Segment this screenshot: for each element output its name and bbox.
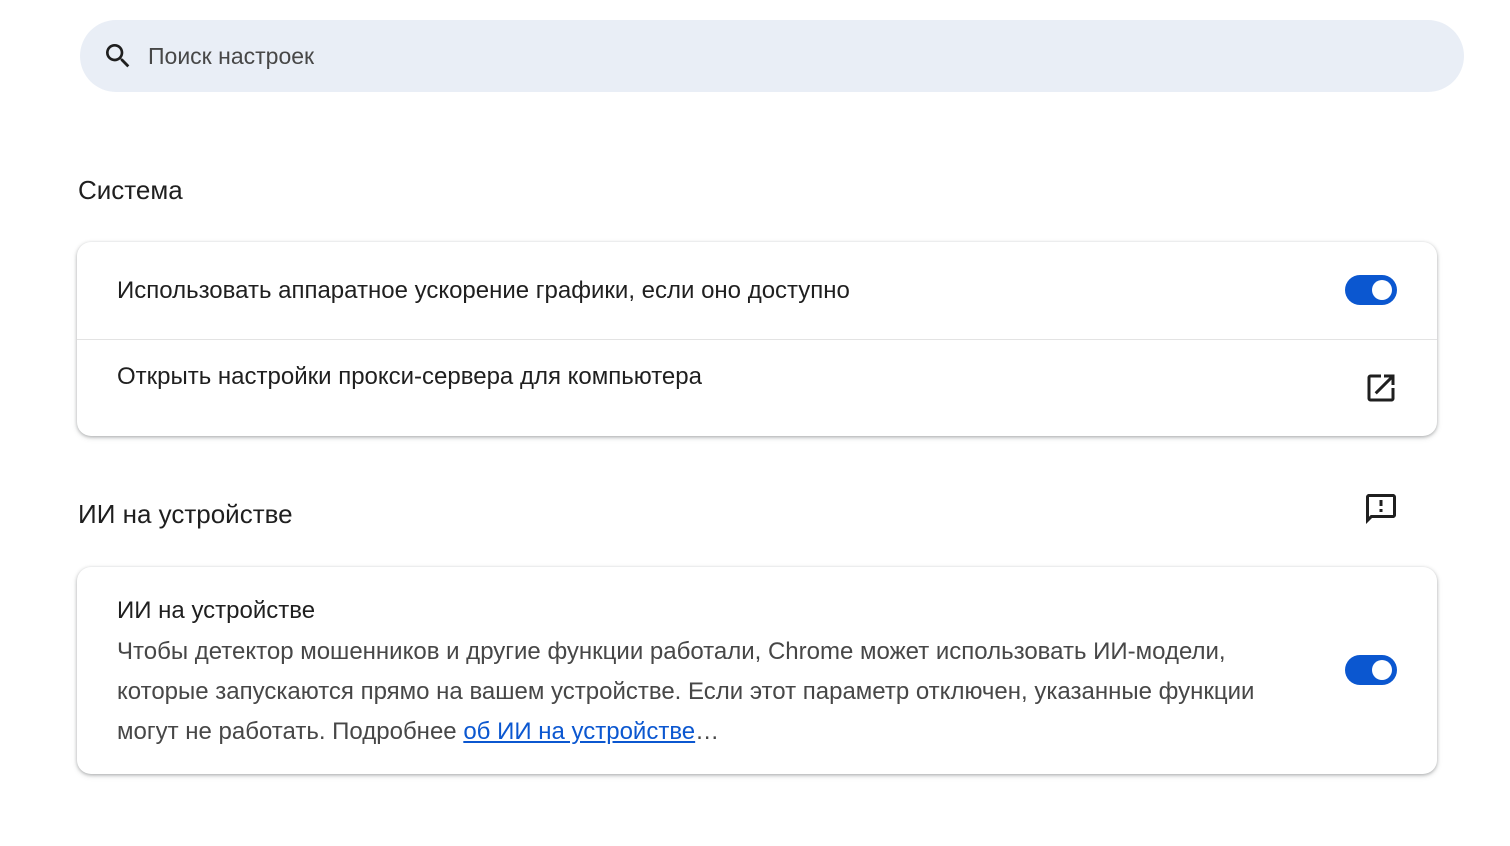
learn-more-link[interactable]: об ИИ на устройстве (463, 718, 695, 745)
description-suffix: … (695, 718, 720, 745)
on-device-ai-row[interactable]: ИИ на устройстве Чтобы детектор мошенник… (77, 567, 1437, 774)
on-device-ai-description: Чтобы детектор мошенников и другие функц… (117, 632, 1297, 752)
on-device-ai-toggle[interactable] (1345, 655, 1397, 685)
search-input[interactable]: Поиск настроек (148, 42, 314, 70)
open-external-icon[interactable] (1363, 370, 1399, 406)
on-device-ai-label: ИИ на устройстве (117, 597, 316, 624)
hardware-acceleration-row[interactable]: Использовать аппаратное ускорение график… (77, 242, 1437, 339)
system-card: Использовать аппаратное ускорение график… (77, 242, 1437, 436)
section-title-on-device-ai: ИИ на устройстве (78, 499, 293, 529)
search-icon (106, 44, 130, 68)
hardware-acceleration-toggle[interactable] (1345, 275, 1397, 305)
proxy-settings-label: Открыть настройки прокси-сервера для ком… (117, 363, 702, 390)
feedback-icon[interactable] (1363, 491, 1399, 527)
search-bar[interactable]: Поиск настроек (80, 20, 1464, 92)
hardware-acceleration-label: Использовать аппаратное ускорение график… (117, 277, 850, 304)
proxy-settings-row[interactable]: Открыть настройки прокси-сервера для ком… (77, 339, 1437, 436)
toggle-knob (1372, 280, 1392, 300)
toggle-knob (1372, 660, 1392, 680)
on-device-ai-card: ИИ на устройстве Чтобы детектор мошенник… (77, 567, 1437, 774)
section-title-system: Система (78, 175, 183, 205)
settings-page: Поиск настроек Система Использовать аппа… (0, 0, 1510, 846)
